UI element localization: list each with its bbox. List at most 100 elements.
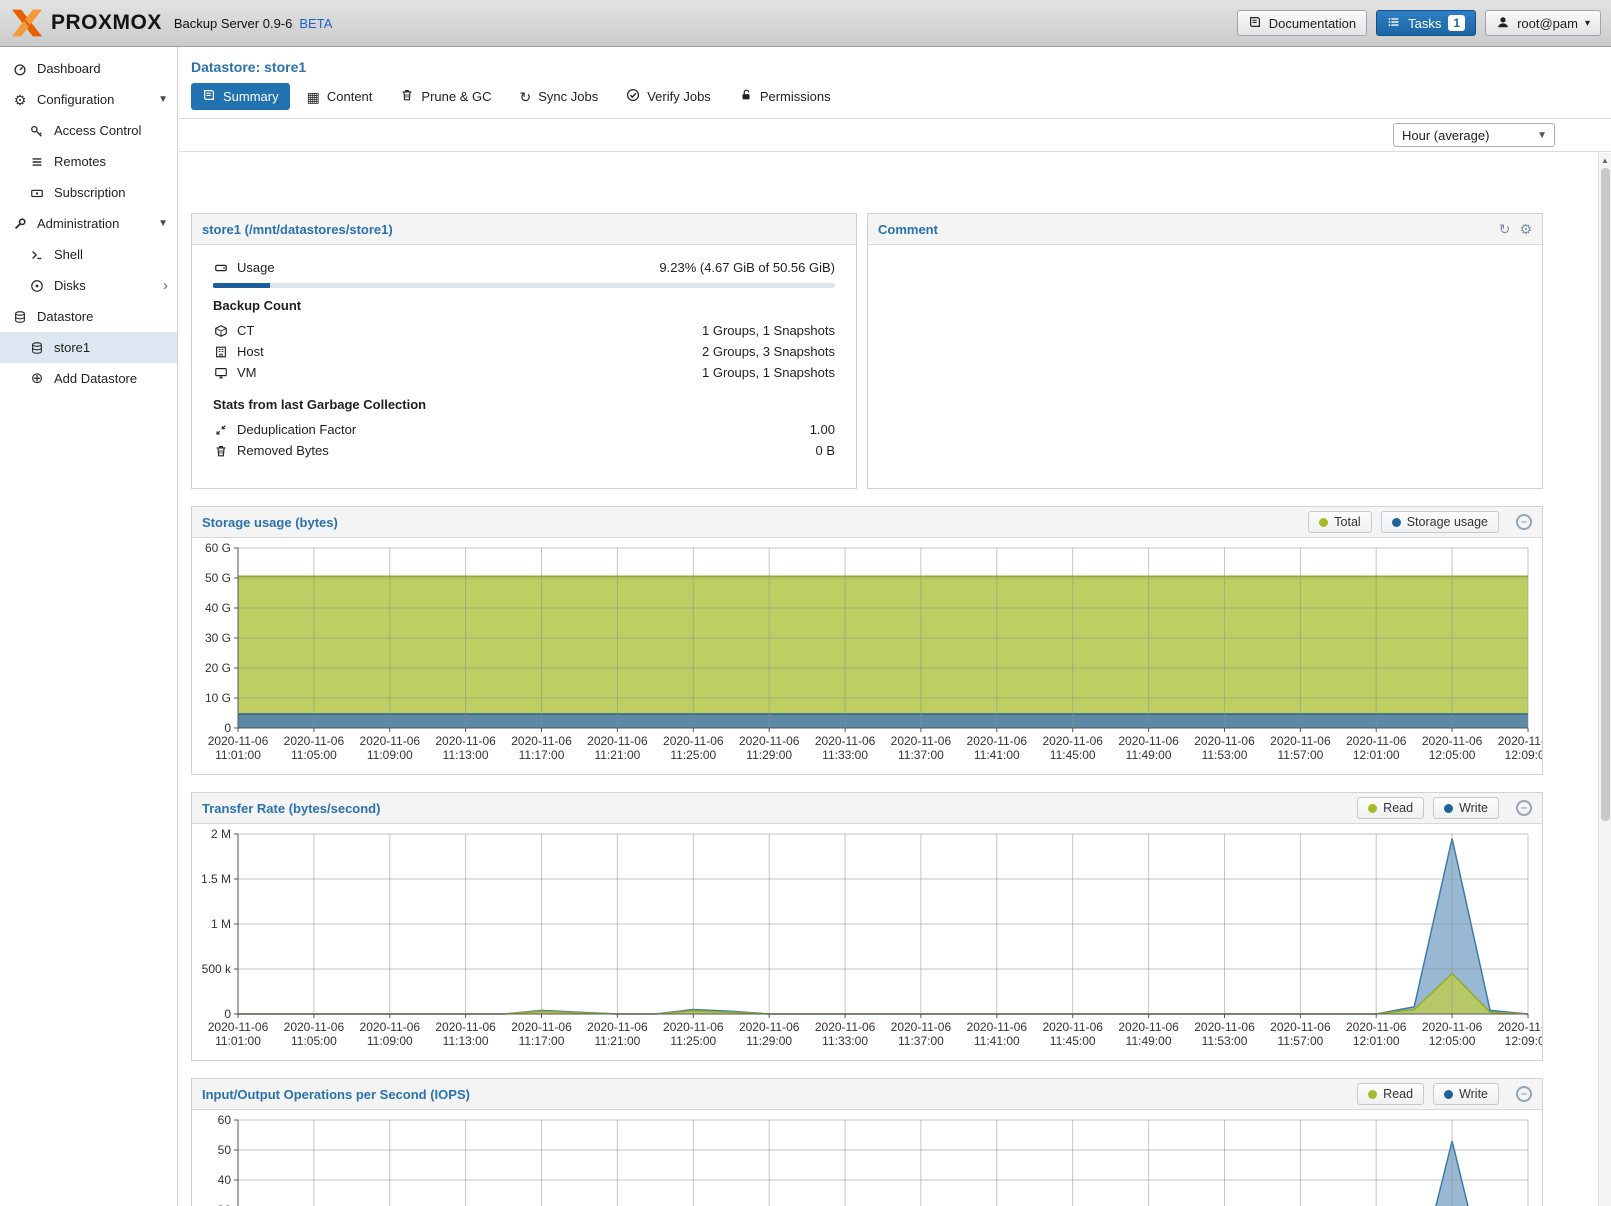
- svg-text:2020-11-06: 2020-11-06: [1118, 734, 1179, 748]
- tab-bar: Summary ▦ Content Prune & GC ↻ Sync Jobs…: [179, 80, 1611, 119]
- host-row: Host 2 Groups, 3 Snapshots: [213, 341, 835, 362]
- svg-text:2020-11-06: 2020-11-06: [815, 734, 876, 748]
- check-circle-icon: [626, 88, 640, 105]
- sidebar-item-label: Configuration: [37, 92, 114, 107]
- svg-text:2020-11-06: 2020-11-06: [1194, 734, 1255, 748]
- sidebar-item-shell[interactable]: Shell: [0, 239, 177, 270]
- documentation-button[interactable]: Documentation: [1237, 10, 1367, 36]
- collapse-chart-button[interactable]: –: [1516, 514, 1532, 530]
- svg-text:11:17:00: 11:17:00: [519, 1034, 565, 1048]
- sidebar-item-label: Subscription: [54, 185, 126, 200]
- svg-text:12:01:00: 12:01:00: [1353, 748, 1400, 762]
- chart-title: Transfer Rate (bytes/second): [202, 801, 380, 816]
- proxmox-logo[interactable]: PROXMOX: [10, 8, 162, 38]
- trash-icon: [400, 88, 414, 105]
- sidebar-item-label: Dashboard: [37, 61, 101, 76]
- legend-label: Write: [1459, 801, 1488, 815]
- svg-text:2020-11-06: 2020-11-06: [284, 734, 345, 748]
- removed-bytes-row: Removed Bytes 0 B: [213, 440, 835, 461]
- tab-verify-jobs[interactable]: Verify Jobs: [615, 83, 722, 110]
- svg-text:2020-11-06: 2020-11-06: [511, 734, 572, 748]
- svg-text:11:57:00: 11:57:00: [1277, 748, 1323, 762]
- svg-text:11:29:00: 11:29:00: [746, 1034, 792, 1048]
- sidebar-item-administration[interactable]: Administration ▼: [0, 208, 177, 239]
- svg-text:11:57:00: 11:57:00: [1277, 1034, 1323, 1048]
- svg-text:2020-11-06: 2020-11-06: [967, 1020, 1028, 1034]
- usage-row: Usage 9.23% (4.67 GiB of 50.56 GiB): [213, 257, 835, 278]
- sidebar-item-remotes[interactable]: Remotes: [0, 146, 177, 177]
- user-menu-button[interactable]: root@pam ▾: [1485, 10, 1601, 36]
- tasks-icon: [1387, 15, 1401, 32]
- sidebar-item-store1[interactable]: store1: [0, 332, 177, 363]
- svg-text:2020-11-06: 2020-11-06: [208, 734, 269, 748]
- legend-label: Storage usage: [1407, 515, 1488, 529]
- row-label: Deduplication Factor: [237, 422, 356, 437]
- svg-text:2020-11-06: 2020-11-06: [739, 734, 800, 748]
- legend-write-button[interactable]: Write: [1433, 797, 1499, 819]
- gear-icon[interactable]: ⚙: [1519, 221, 1532, 238]
- svg-text:11:45:00: 11:45:00: [1050, 748, 1096, 762]
- gauge-icon: [12, 62, 28, 76]
- svg-text:11:53:00: 11:53:00: [1202, 1034, 1248, 1048]
- sidebar-item-datastore[interactable]: Datastore: [0, 301, 177, 332]
- proxmox-logo-icon: [10, 8, 44, 38]
- scroll-up-button[interactable]: ▲: [1599, 153, 1611, 167]
- tab-prune-gc[interactable]: Prune & GC: [389, 83, 502, 110]
- legend-dot: [1444, 1090, 1453, 1099]
- sidebar-item-disks[interactable]: Disks ›: [0, 270, 177, 301]
- row-value: 1.00: [810, 422, 835, 437]
- tasks-button[interactable]: Tasks 1: [1376, 10, 1476, 36]
- legend-dot: [1368, 1090, 1377, 1099]
- svg-text:11:49:00: 11:49:00: [1126, 1034, 1172, 1048]
- svg-text:0: 0: [224, 1007, 231, 1021]
- sidebar-item-label: Access Control: [54, 123, 141, 138]
- tab-permissions[interactable]: Permissions: [728, 83, 842, 110]
- tab-label: Permissions: [760, 89, 831, 104]
- hdd-icon: [213, 261, 229, 275]
- svg-text:11:41:00: 11:41:00: [974, 748, 1020, 762]
- svg-text:11:37:00: 11:37:00: [898, 748, 944, 762]
- svg-text:2020-11-06: 2020-11-06: [739, 1020, 800, 1034]
- legend-total-button[interactable]: Total: [1308, 511, 1371, 533]
- database-icon: [12, 310, 28, 324]
- legend-storage-usage-button[interactable]: Storage usage: [1381, 511, 1499, 533]
- timeframe-select[interactable]: Hour (average) ▼: [1393, 123, 1555, 147]
- collapse-chart-button[interactable]: –: [1516, 800, 1532, 816]
- subscription-icon: [29, 186, 45, 200]
- sidebar-item-dashboard[interactable]: Dashboard: [0, 53, 177, 84]
- svg-text:11:33:00: 11:33:00: [822, 748, 868, 762]
- scrollbar-thumb[interactable]: [1601, 168, 1610, 821]
- tab-sync-jobs[interactable]: ↻ Sync Jobs: [509, 83, 610, 110]
- sidebar-item-configuration[interactable]: ⚙ Configuration ▼: [0, 84, 177, 115]
- sidebar-item-access-control[interactable]: Access Control: [0, 115, 177, 146]
- beta-link[interactable]: BETA: [299, 16, 332, 31]
- svg-text:2020-11-06: 2020-11-06: [1042, 1020, 1103, 1034]
- legend-write-button[interactable]: Write: [1433, 1083, 1499, 1105]
- svg-text:2020-11-06: 2020-11-06: [815, 1020, 876, 1034]
- legend-read-button[interactable]: Read: [1357, 1083, 1424, 1105]
- svg-text:2020-11-06: 2020-11-06: [435, 1020, 496, 1034]
- svg-text:11:21:00: 11:21:00: [594, 748, 640, 762]
- collapse-chart-button[interactable]: –: [1516, 1086, 1532, 1102]
- svg-text:60 G: 60 G: [205, 541, 231, 555]
- sidebar-item-subscription[interactable]: Subscription: [0, 177, 177, 208]
- svg-text:20 G: 20 G: [205, 661, 231, 675]
- legend-label: Total: [1334, 515, 1360, 529]
- svg-text:2020-11-06: 2020-11-06: [360, 1020, 421, 1034]
- documentation-label: Documentation: [1269, 16, 1356, 31]
- tab-summary[interactable]: Summary: [191, 83, 290, 110]
- chevron-down-icon: ▼: [158, 94, 168, 105]
- refresh-icon[interactable]: ↻: [1499, 221, 1511, 238]
- usage-label: Usage: [237, 260, 275, 275]
- svg-text:11:01:00: 11:01:00: [215, 1034, 261, 1048]
- svg-text:2020-11-06: 2020-11-06: [1270, 1020, 1331, 1034]
- legend-read-button[interactable]: Read: [1357, 797, 1424, 819]
- gears-icon: ⚙: [12, 93, 28, 107]
- svg-text:0: 0: [224, 721, 231, 735]
- book-icon: [202, 88, 216, 105]
- scrollbar[interactable]: ▲: [1598, 153, 1611, 1206]
- row-value: 2 Groups, 3 Snapshots: [702, 344, 835, 359]
- user-icon: [1496, 15, 1510, 32]
- tab-content[interactable]: ▦ Content: [296, 83, 384, 110]
- sidebar-item-add-datastore[interactable]: ⊕ Add Datastore: [0, 363, 177, 394]
